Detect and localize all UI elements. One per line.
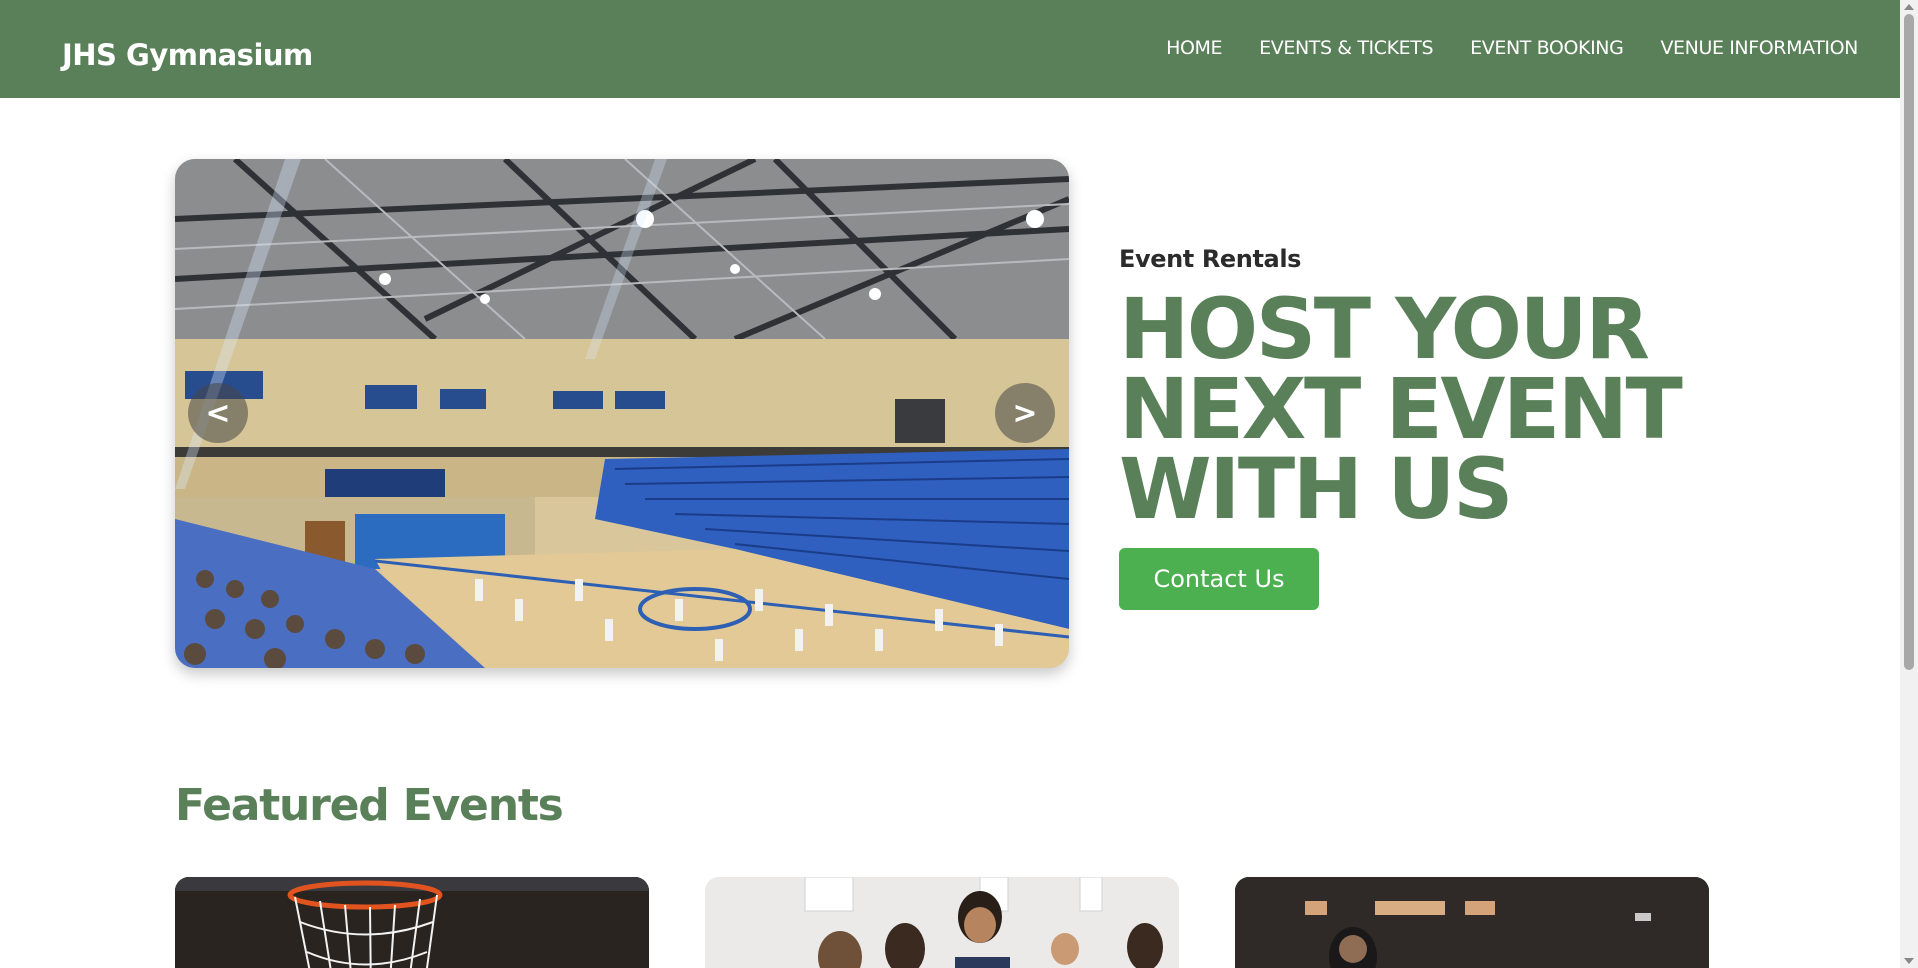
- carousel-next-button[interactable]: >: [995, 383, 1055, 443]
- scroll-thumb[interactable]: [1904, 14, 1914, 670]
- site-brand[interactable]: JHS Gymnasium: [62, 38, 313, 72]
- carousel-prev-button[interactable]: <: [188, 383, 248, 443]
- nav-venue-information[interactable]: VENUE INFORMATION: [1660, 37, 1858, 59]
- nav-home[interactable]: HOME: [1166, 37, 1222, 59]
- people-at-table-image: [705, 877, 1179, 968]
- hero-carousel: < >: [175, 159, 1069, 668]
- hero-eyebrow: Event Rentals: [1119, 245, 1302, 273]
- contact-us-button[interactable]: Contact Us: [1119, 548, 1319, 610]
- hero-text: Event Rentals HOST YOUR NEXT EVENT WITH …: [1119, 245, 1739, 610]
- hero-headline: HOST YOUR NEXT EVENT WITH US: [1119, 280, 1683, 538]
- scroll-up-arrow-icon[interactable]: [1904, 4, 1914, 10]
- nav-event-booking[interactable]: EVENT BOOKING: [1470, 37, 1624, 59]
- nav-events-tickets[interactable]: EVENTS & TICKETS: [1259, 37, 1433, 59]
- event-card-basketball[interactable]: [175, 877, 649, 968]
- featured-events-title: Featured Events: [175, 780, 564, 831]
- top-navbar: JHS Gymnasium HOME EVENTS & TICKETS EVEN…: [0, 0, 1900, 98]
- gymnasium-photo: [175, 159, 1069, 668]
- main-nav: HOME EVENTS & TICKETS EVENT BOOKING VENU…: [1166, 37, 1858, 59]
- event-card-auditorium[interactable]: [1235, 877, 1709, 968]
- basketball-hoop-image: [175, 877, 649, 968]
- auditorium-stage-image: [1235, 877, 1709, 968]
- scroll-down-arrow-icon[interactable]: [1904, 958, 1914, 964]
- event-card-meeting[interactable]: [705, 877, 1179, 968]
- page-scrollbar[interactable]: [1900, 0, 1918, 968]
